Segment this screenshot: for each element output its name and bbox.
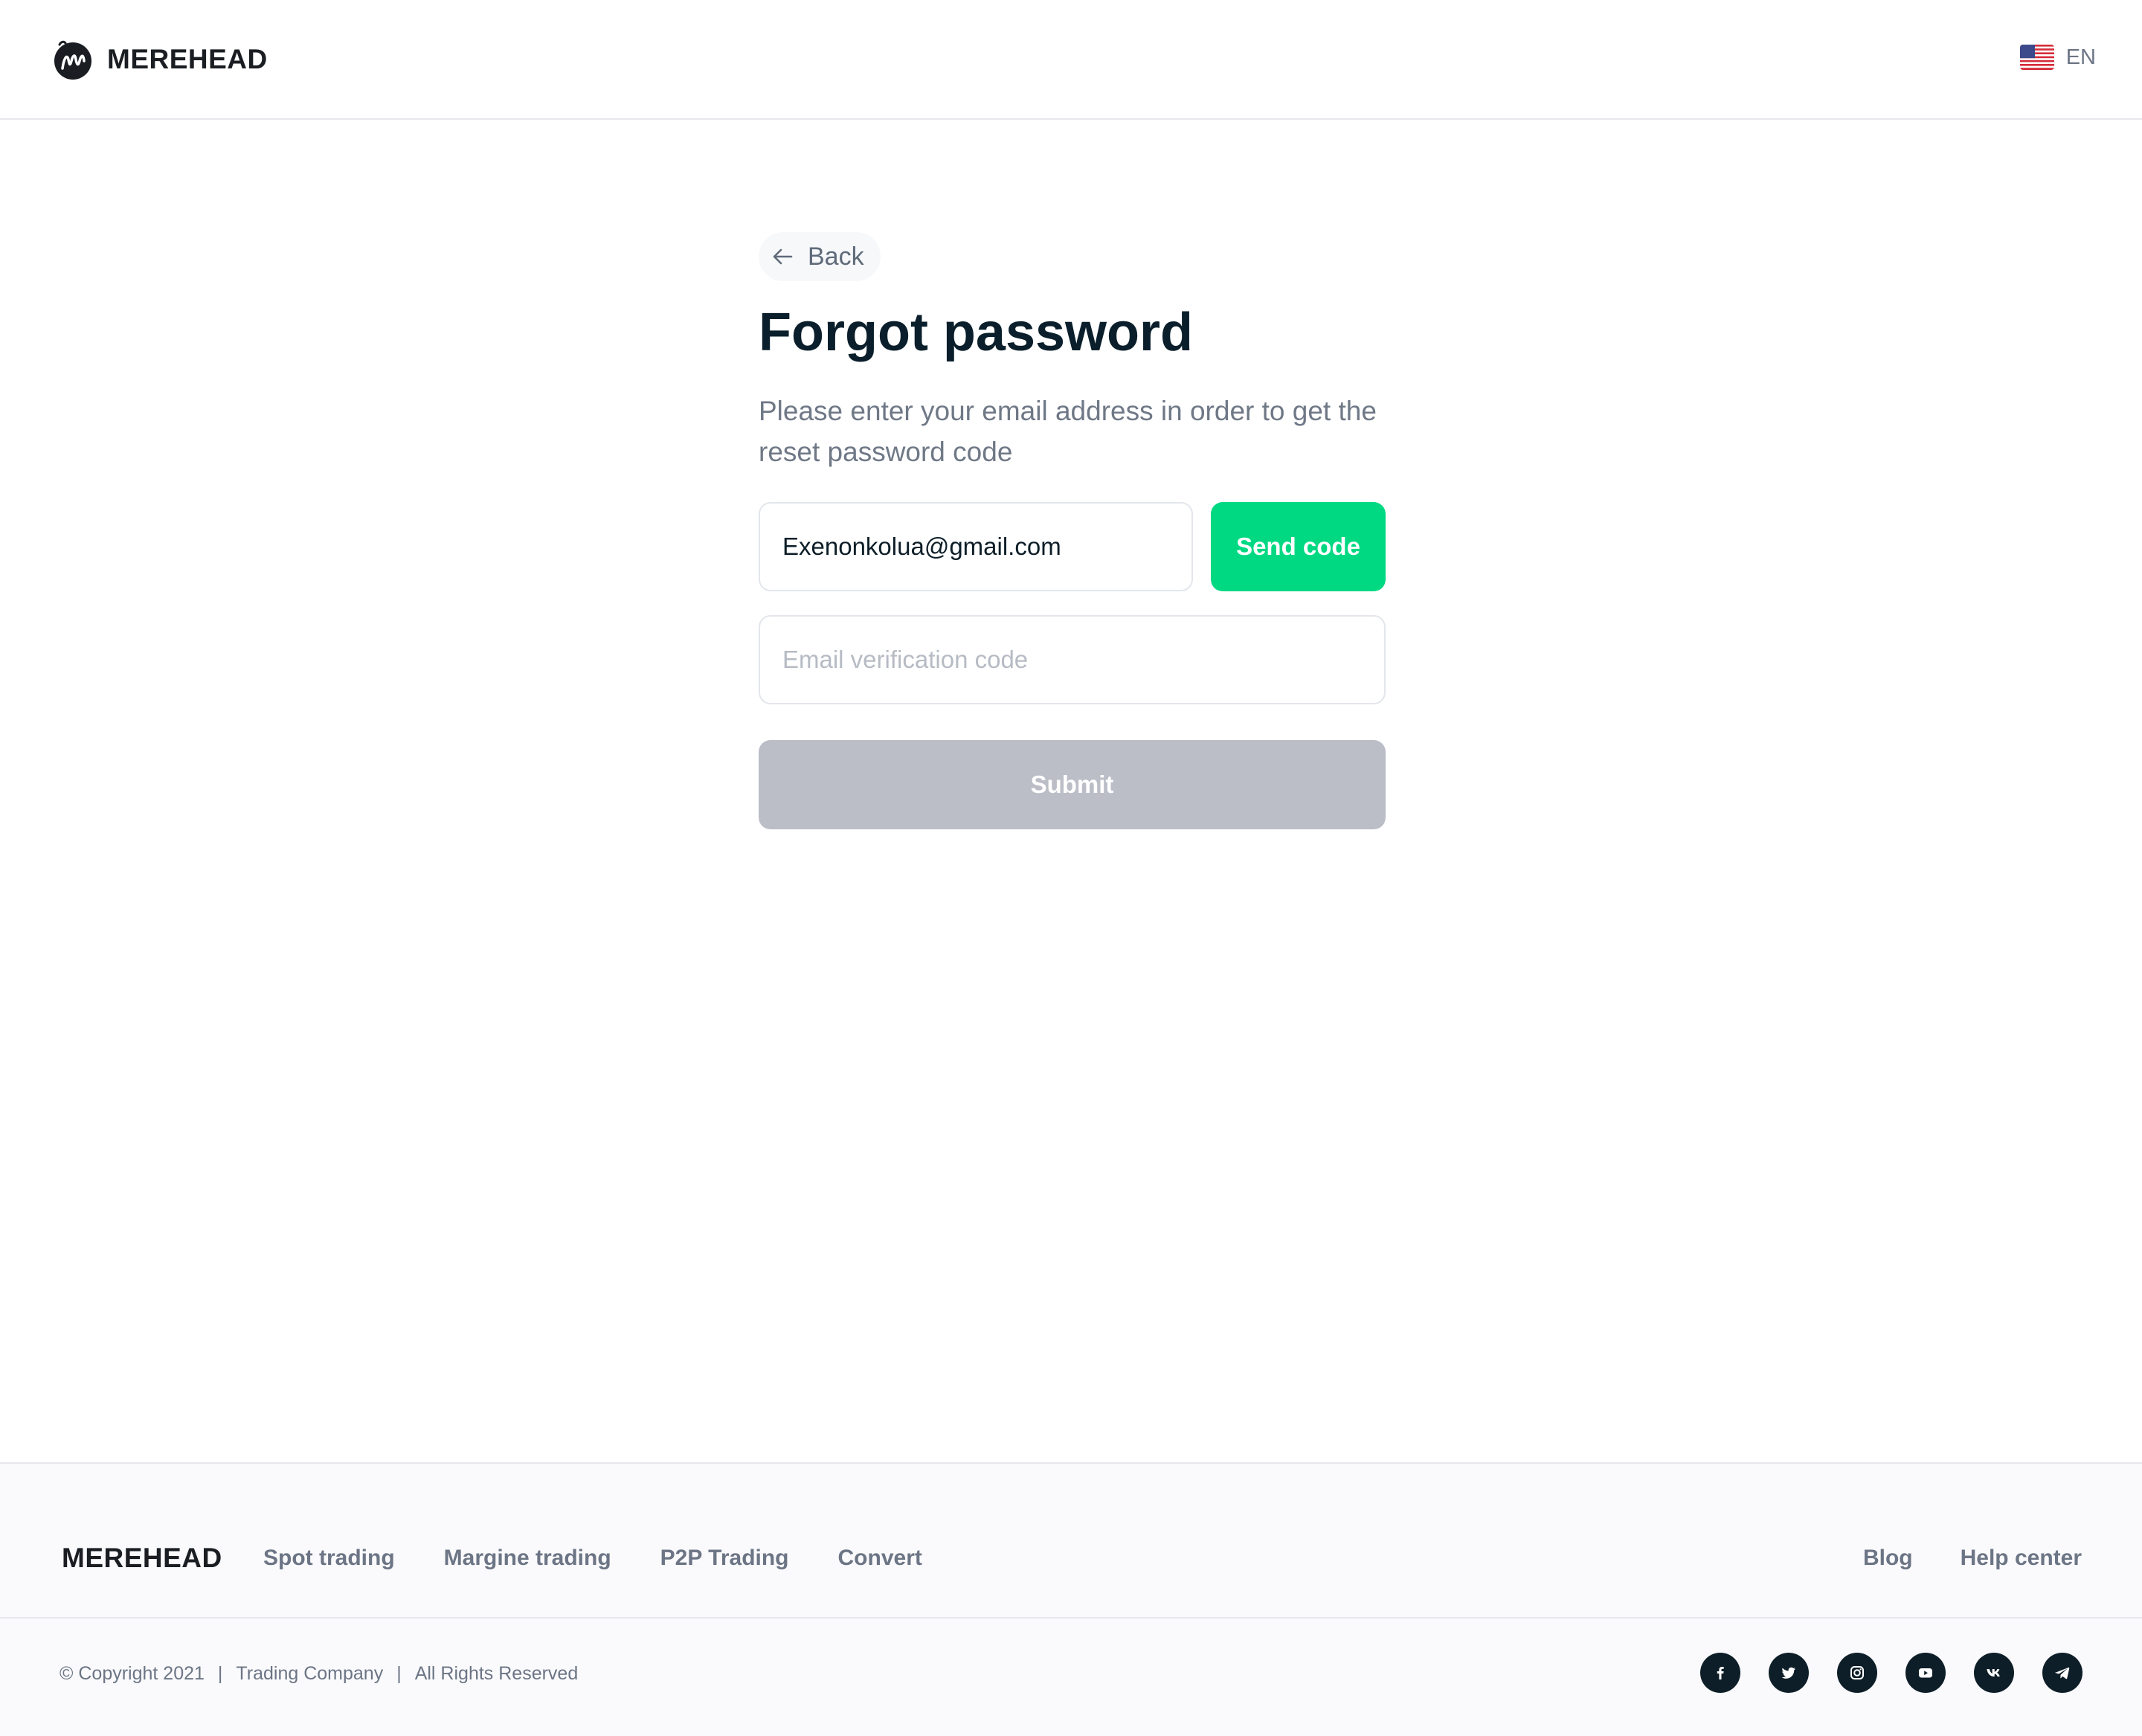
back-button[interactable]: Back (759, 232, 881, 281)
email-input[interactable] (759, 502, 1193, 592)
us-flag-icon (2019, 45, 2054, 70)
forgot-password-form: Back Forgot password Please enter your e… (759, 232, 1386, 830)
back-label: Back (808, 242, 864, 271)
footer-top: MEREHEAD Spot trading Margine trading P2… (0, 1464, 2142, 1618)
brand-logo[interactable]: MEREHEAD (52, 39, 268, 80)
separator: | (396, 1663, 402, 1684)
copyright-text: © Copyright 2021 (60, 1663, 205, 1684)
email-row: Send code (759, 502, 1386, 592)
footer-brand[interactable]: MEREHEAD (62, 1543, 222, 1574)
language-label: EN (2065, 45, 2096, 69)
footer-right-links: Blog Help center (1815, 1546, 2082, 1571)
header: MEREHEAD EN (0, 0, 2142, 120)
social-links (1672, 1653, 2082, 1693)
footer-nav: Spot trading Margine trading P2P Trading… (263, 1546, 971, 1571)
footer-link-spot-trading[interactable]: Spot trading (263, 1546, 395, 1571)
separator: | (217, 1663, 223, 1684)
rights-text: All Rights Reserved (414, 1663, 579, 1684)
footer-link-convert[interactable]: Convert (838, 1546, 922, 1571)
brand-name: MEREHEAD (107, 44, 268, 74)
vk-icon[interactable] (1974, 1653, 2014, 1693)
twitter-icon[interactable] (1769, 1653, 1809, 1693)
instagram-icon[interactable] (1837, 1653, 1877, 1693)
footer-link-p2p-trading[interactable]: P2P Trading (660, 1546, 789, 1571)
send-code-button[interactable]: Send code (1211, 502, 1386, 592)
telegram-icon[interactable] (2042, 1653, 2082, 1693)
footer: MEREHEAD Spot trading Margine trading P2… (0, 1462, 2142, 1736)
merehead-logo-icon (54, 40, 91, 80)
copyright-bar: © Copyright 2021 | Trading Company | All… (60, 1663, 578, 1685)
company-text: Trading Company (236, 1663, 384, 1684)
footer-link-help-center[interactable]: Help center (1961, 1546, 2082, 1571)
page-subtitle: Please enter your email address in order… (759, 396, 1377, 468)
page-title: Forgot password (759, 303, 1194, 362)
language-selector[interactable]: EN (2019, 45, 2096, 70)
footer-link-margine-trading[interactable]: Margine trading (444, 1546, 611, 1571)
footer-link-blog[interactable]: Blog (1863, 1546, 1913, 1571)
arrow-left-icon (773, 248, 793, 265)
submit-button[interactable]: Submit (759, 740, 1386, 830)
verification-code-input[interactable] (759, 615, 1386, 705)
youtube-icon[interactable] (1905, 1653, 1946, 1693)
facebook-icon[interactable] (1700, 1653, 1740, 1693)
